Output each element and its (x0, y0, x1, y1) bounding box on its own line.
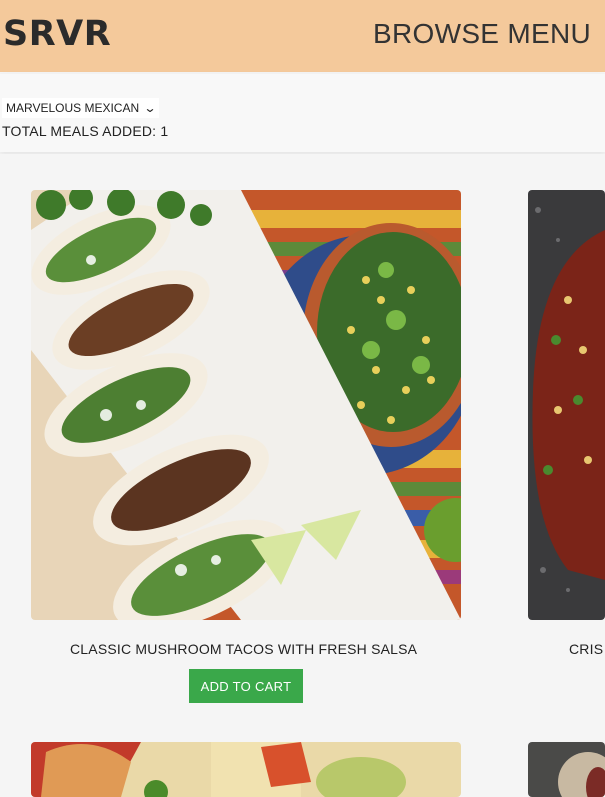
controls-bar: MARVELOUS MEXICAN ⌄ TOTAL MEALS ADDED: 1 (0, 74, 605, 152)
meal-image-rice (31, 742, 461, 797)
restaurant-select[interactable]: MARVELOUS MEXICAN ⌄ (2, 98, 160, 118)
meal-title: CRIS (569, 641, 604, 657)
logo[interactable]: SRVR (3, 14, 111, 54)
meal-card (31, 742, 461, 797)
meal-image-chicken (528, 190, 605, 620)
fourth-illustration (528, 742, 605, 797)
meal-card (528, 742, 605, 797)
meals-grid: CLASSIC MUSHROOM TACOS WITH FRESH SALSA … (0, 154, 605, 797)
restaurant-select-value: MARVELOUS MEXICAN (6, 101, 140, 115)
chicken-illustration (528, 190, 605, 620)
rice-illustration (31, 742, 461, 797)
meal-card: CRIS (528, 190, 605, 670)
total-meals-text: TOTAL MEALS ADDED: 1 (2, 123, 169, 139)
tacos-illustration (31, 190, 461, 620)
meal-title: CLASSIC MUSHROOM TACOS WITH FRESH SALSA (70, 641, 418, 657)
meal-image-tacos (31, 190, 461, 620)
top-header: SRVR BROWSE MENU (0, 0, 605, 72)
meal-image-fourth (528, 742, 605, 797)
add-to-cart-button[interactable]: ADD TO CART (189, 669, 303, 703)
browse-menu-link[interactable]: BROWSE MENU (373, 18, 591, 50)
meal-card: CLASSIC MUSHROOM TACOS WITH FRESH SALSA … (31, 190, 461, 710)
chevron-down-icon: ⌄ (143, 101, 157, 115)
